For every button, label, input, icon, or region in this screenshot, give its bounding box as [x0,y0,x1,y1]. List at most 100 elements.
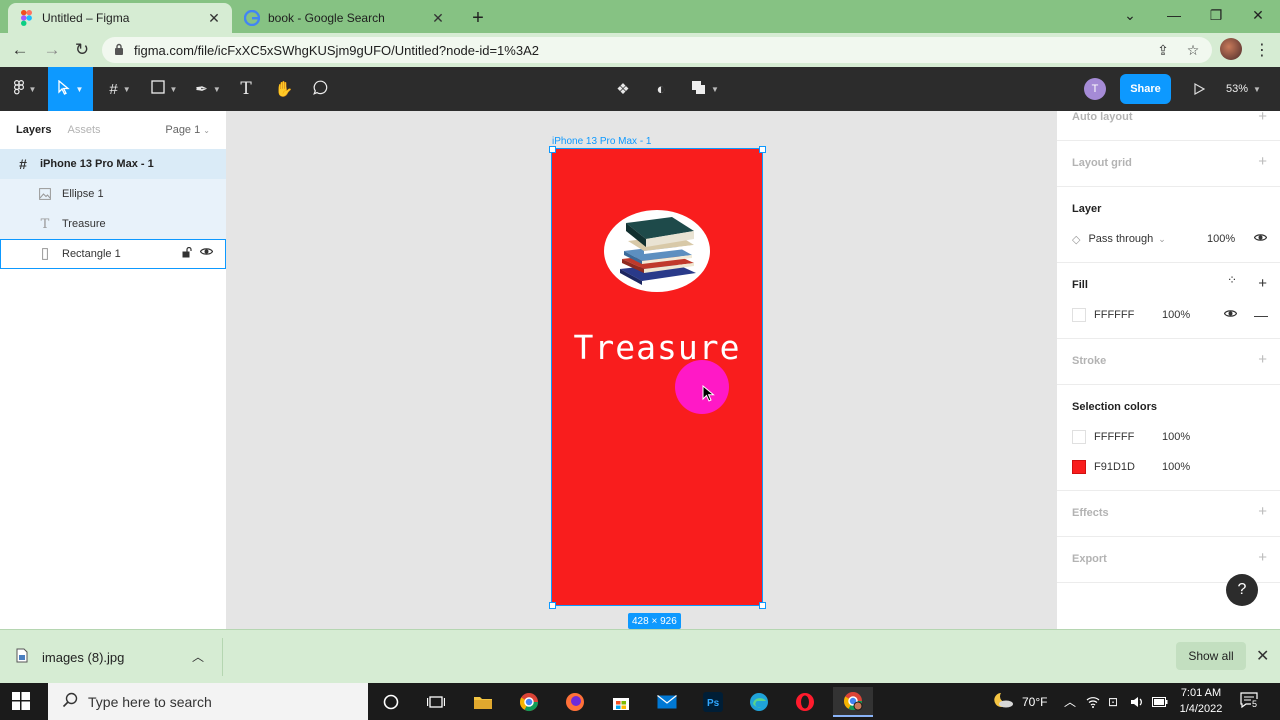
chrome-menu-icon[interactable]: ⋮ [1252,38,1272,62]
new-tab-button[interactable]: + [466,6,490,30]
eye-icon[interactable] [199,247,214,261]
ellipse-books-image[interactable] [604,210,710,292]
tab-layers[interactable]: Layers [16,124,51,136]
eye-icon[interactable] [1253,233,1268,245]
color-opacity[interactable]: 100% [1162,461,1190,473]
wifi-icon[interactable] [1086,683,1100,720]
show-all-button[interactable]: Show all [1176,642,1246,670]
close-tab-icon[interactable]: ✕ [430,10,446,26]
color-hex[interactable]: F91D1D [1094,461,1135,473]
frame-label[interactable]: iPhone 13 Pro Max - 1 [552,136,652,147]
close-shelf-icon[interactable]: ✕ [1256,646,1269,666]
style-grid-icon[interactable]: ⁘ [1227,273,1237,287]
add-fill-plus-icon[interactable]: + [1258,275,1267,292]
layer-row-frame[interactable]: # iPhone 13 Pro Max - 1 [0,149,226,179]
meet-now-icon[interactable]: ⊡ [1108,683,1118,720]
tab-google-search[interactable]: book - Google Search ✕ [234,3,456,33]
url-omnibox[interactable]: figma.com/file/icFxXC5xSWhgKUSjm9gUFO/Un… [102,37,1212,63]
tab-assets[interactable]: Assets [67,124,100,136]
resize-handle-bottom-left[interactable] [549,602,556,609]
chevron-up-icon[interactable]: ︿ [192,648,204,665]
shape-tool-button[interactable]: ▼ [146,67,182,111]
chrome-icon[interactable] [511,687,547,717]
back-arrow-icon[interactable]: ← [8,38,32,62]
color-hex[interactable]: FFFFFF [1094,431,1134,443]
share-page-icon[interactable]: ⇪ [1152,38,1174,62]
notification-center[interactable]: 5 [1240,692,1262,712]
tab-search-chevron-icon[interactable]: ⌄ [1110,0,1150,30]
add-layout-grid-plus-icon[interactable]: + [1258,153,1267,170]
main-menu-button[interactable]: ▼ [6,67,44,111]
forward-arrow-icon[interactable]: → [40,38,64,62]
download-item[interactable]: images (8).jpg [16,644,124,670]
add-export-plus-icon[interactable]: + [1258,549,1267,566]
add-stroke-plus-icon[interactable]: + [1258,351,1267,368]
bookmark-star-icon[interactable]: ☆ [1182,38,1204,62]
zoom-dropdown[interactable]: 53% ▼ [1226,78,1261,100]
treasure-text[interactable]: Treasure [552,328,762,367]
move-tool-button[interactable]: ▼ [48,67,93,111]
weather-widget[interactable]: 70°F [992,683,1047,720]
tab-title: Untitled – Figma [42,11,130,25]
layer-name: Rectangle 1 [62,248,121,260]
chevron-up-icon[interactable]: ︿ [1064,683,1076,720]
unlock-icon[interactable] [182,246,192,261]
pen-tool-button[interactable]: ✒ ▼ [190,67,226,111]
add-auto-layout-plus-icon[interactable]: + [1258,108,1267,125]
share-button[interactable]: Share [1120,74,1171,104]
resize-handle-top-right[interactable] [759,146,766,153]
restore-icon[interactable]: ❐ [1196,0,1236,30]
page-selector[interactable]: Page 1 ⌄ [165,124,210,136]
microsoft-store-icon[interactable] [603,687,639,717]
chrome-active-icon[interactable] [833,687,873,717]
color-swatch[interactable] [1072,430,1086,444]
remove-fill-minus-icon[interactable]: — [1254,307,1268,323]
blend-mode-row[interactable]: ◇ Pass through ⌄ 100% [1072,229,1268,249]
frame-tool-button[interactable]: # ▼ [102,67,138,111]
layer-row-ellipse[interactable]: Ellipse 1 [0,179,226,209]
eye-icon[interactable] [1223,309,1238,321]
mail-icon[interactable] [649,687,685,717]
color-swatch[interactable] [1072,460,1086,474]
reload-icon[interactable]: ↻ [70,38,94,62]
file-explorer-icon[interactable] [465,687,501,717]
comment-tool-button[interactable] [308,67,332,111]
close-tab-icon[interactable]: ✕ [206,10,222,26]
text-tool-button[interactable]: T [234,67,258,111]
color-opacity[interactable]: 100% [1162,431,1190,443]
firefox-icon[interactable] [557,687,593,717]
system-clock[interactable]: 7:01 AM 1/4/2022 [1176,685,1226,717]
layer-opacity[interactable]: 100% [1207,233,1235,245]
edge-icon[interactable] [741,687,777,717]
taskbar-search-box[interactable]: Type here to search [48,683,368,720]
selection-color-row[interactable]: FFFFFF 100% [1072,427,1268,447]
components-button[interactable]: ❖ [612,67,634,111]
hand-tool-button[interactable]: ✋ [272,67,296,111]
fill-hex[interactable]: FFFFFF [1094,309,1134,321]
mask-button[interactable]: ◐ [650,67,672,111]
present-play-icon[interactable] [1188,78,1210,100]
boolean-groups-button[interactable]: ▼ [688,67,722,111]
help-button[interactable]: ? [1226,574,1258,606]
selection-color-row[interactable]: F91D1D 100% [1072,457,1268,477]
tab-figma[interactable]: Untitled – Figma ✕ [8,3,232,33]
fill-opacity[interactable]: 100% [1162,309,1190,321]
cortana-circle-icon[interactable] [373,687,409,717]
add-effect-plus-icon[interactable]: + [1258,503,1267,520]
layer-row-rectangle[interactable]: Rectangle 1 [0,239,226,269]
opera-icon[interactable] [787,687,823,717]
close-window-icon[interactable]: ✕ [1238,0,1278,30]
fill-row[interactable]: FFFFFF 100% — [1072,305,1268,325]
fill-swatch[interactable] [1072,308,1086,322]
resize-handle-bottom-right[interactable] [759,602,766,609]
minimize-icon[interactable]: — [1154,0,1194,30]
windows-start-icon[interactable] [12,692,30,713]
resize-handle-top-left[interactable] [549,146,556,153]
volume-icon[interactable] [1130,683,1144,720]
user-avatar[interactable]: T [1084,78,1106,100]
layer-row-text[interactable]: T Treasure [0,209,226,239]
profile-avatar[interactable] [1220,38,1242,60]
task-view-icon[interactable] [418,687,454,717]
battery-icon[interactable] [1152,683,1168,720]
photoshop-icon[interactable]: Ps [695,687,731,717]
